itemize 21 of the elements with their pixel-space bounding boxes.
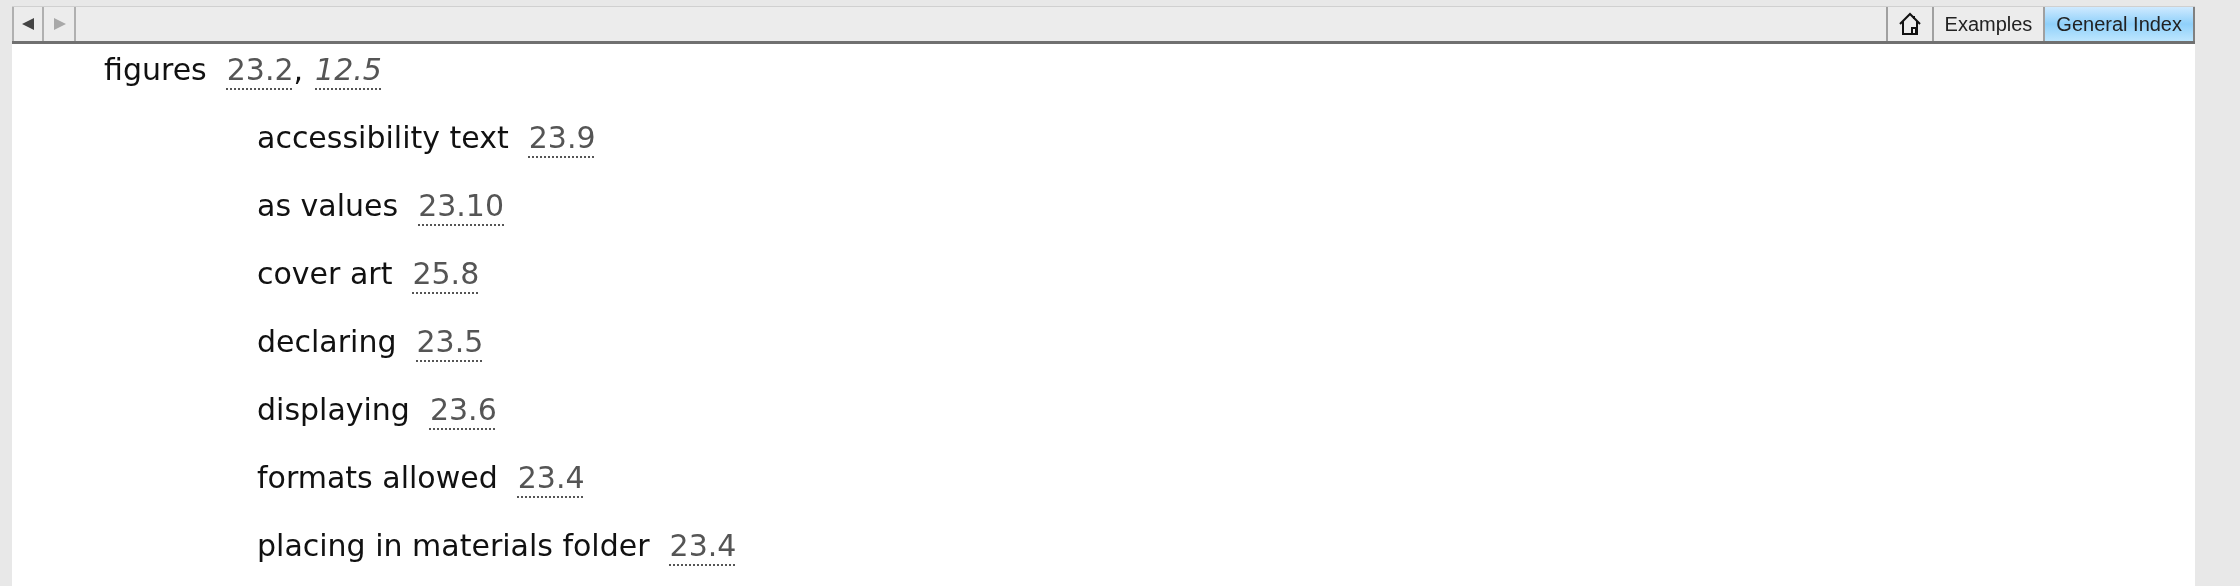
- reference-link[interactable]: 25.8: [412, 256, 480, 291]
- reference-link[interactable]: 23.10: [418, 188, 504, 223]
- reference-link[interactable]: 23.4: [517, 460, 585, 495]
- reference-link[interactable]: 23.4: [669, 528, 737, 563]
- index-term: as values: [257, 188, 399, 223]
- reference-link[interactable]: 23.2: [226, 52, 294, 87]
- reference-link[interactable]: 23.5: [416, 324, 484, 359]
- house-icon: [1897, 12, 1922, 36]
- back-button[interactable]: [12, 7, 44, 41]
- reference-link[interactable]: 23.9: [528, 120, 596, 155]
- index-term: cover art: [257, 256, 393, 291]
- reference-link[interactable]: 23.6: [429, 392, 497, 427]
- index-term: displaying: [257, 392, 410, 427]
- comma: ,: [293, 52, 304, 87]
- index-term: formats allowed: [257, 460, 498, 495]
- index-term: figures: [104, 52, 207, 87]
- index-term: placing in materials folder: [257, 528, 650, 563]
- index-tab[interactable]: General Index: [2043, 7, 2195, 41]
- index-term: declaring: [257, 324, 397, 359]
- reference-link[interactable]: 12.5: [315, 52, 382, 87]
- index-term: accessibility text: [257, 120, 509, 155]
